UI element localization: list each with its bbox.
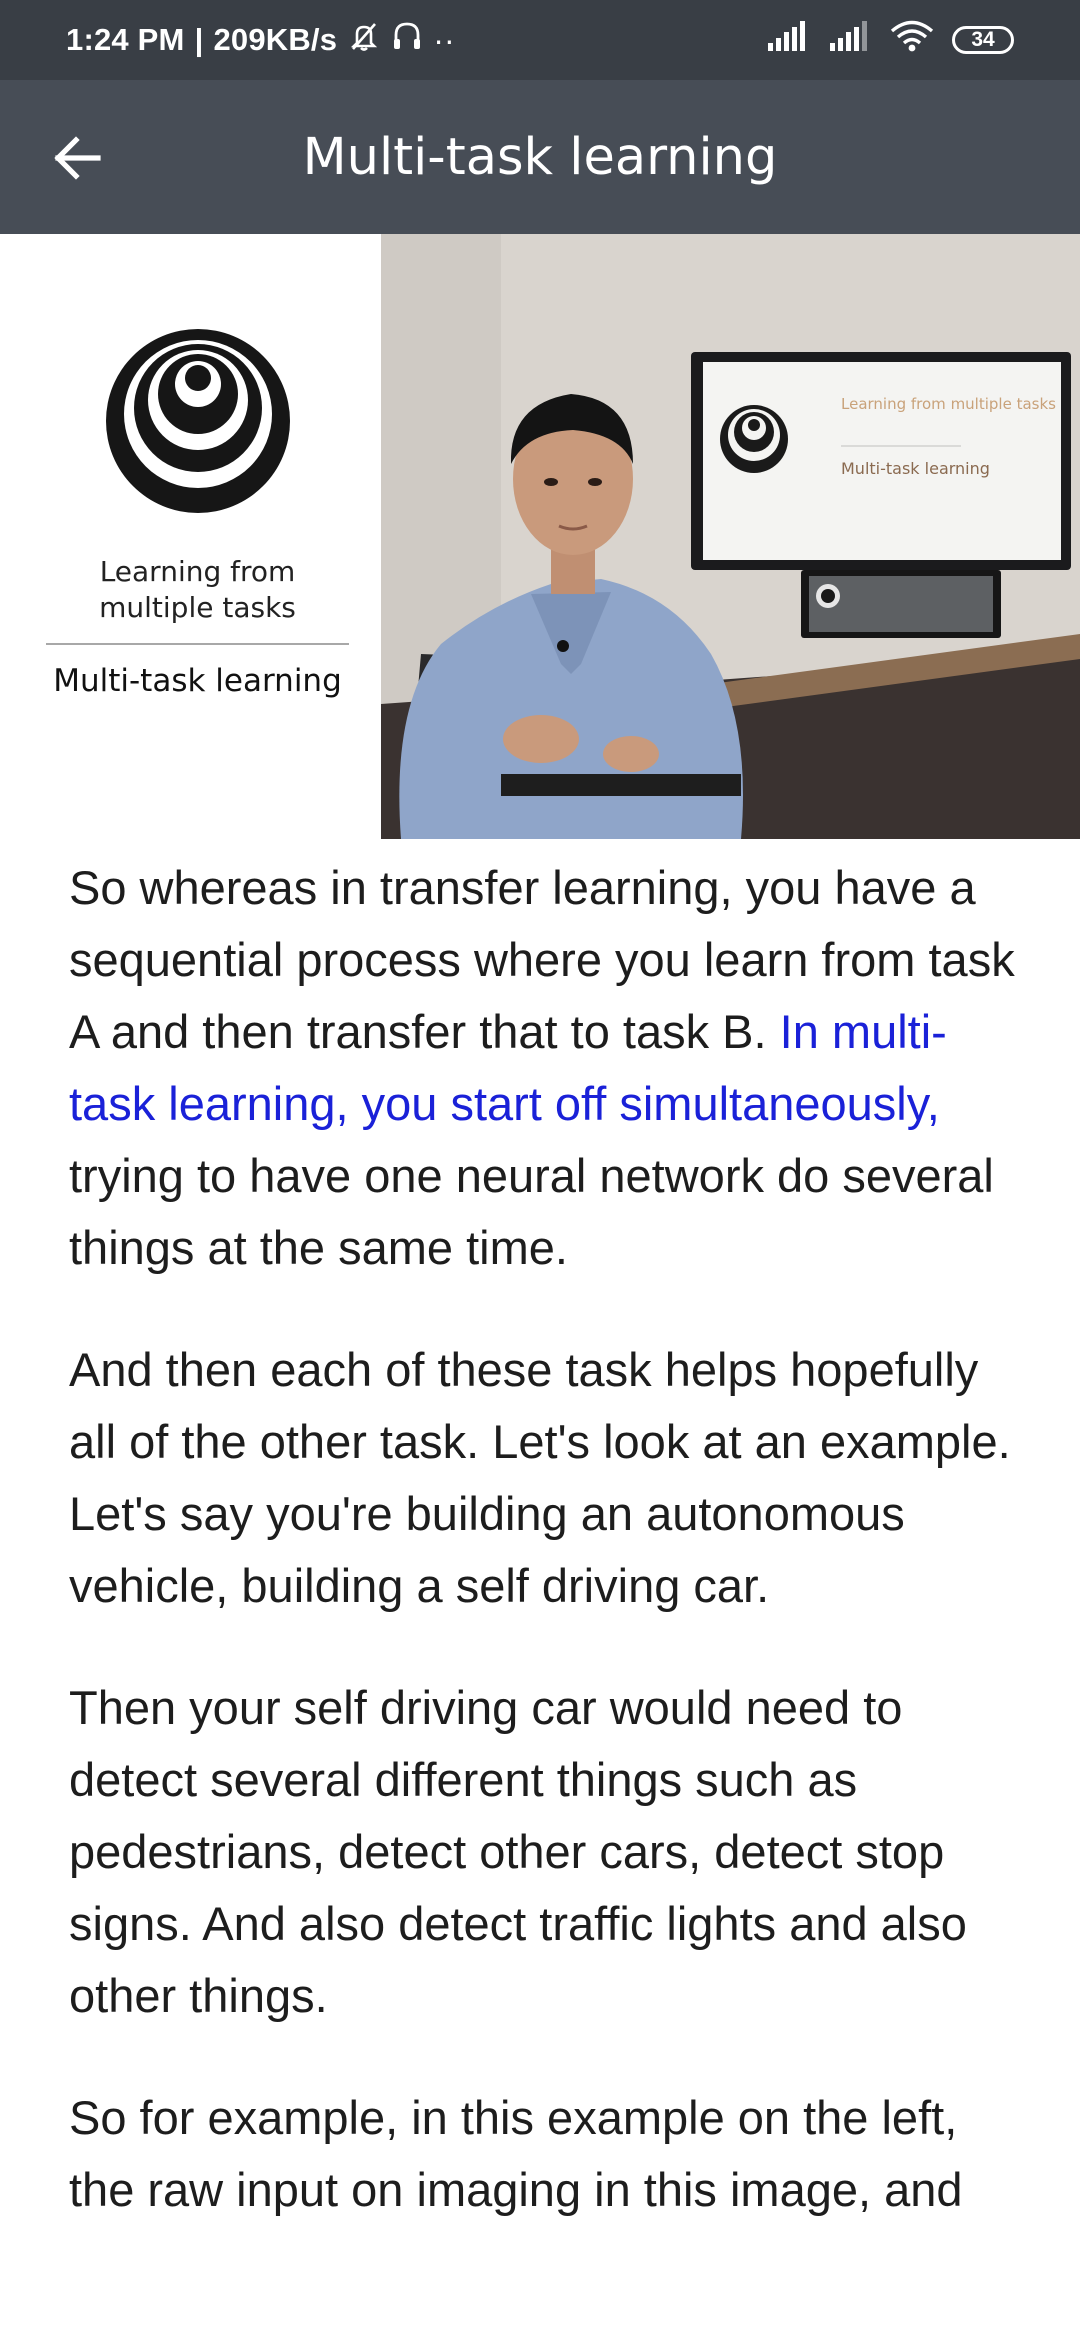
headset-icon: [391, 19, 423, 61]
status-separator: |: [194, 22, 204, 57]
slide-subtitle: Learning from multiple tasks: [99, 555, 296, 624]
transcript-paragraph-1: So whereas in transfer learning, you hav…: [69, 852, 1029, 1284]
status-right: 34: [766, 0, 1014, 80]
video-player[interactable]: Learning from multiple tasks Multi-task …: [381, 234, 1080, 839]
monitor-text-topic: Multi-task learning: [841, 459, 990, 478]
lecture-media: Learning from multiple tasks Multi-task …: [0, 234, 1080, 839]
lecturer-video-frame: Learning from multiple tasks Multi-task …: [381, 234, 1080, 839]
mute-bell-icon: [347, 19, 381, 61]
transcript-paragraph-2[interactable]: And then each of these task helps hopefu…: [69, 1334, 1029, 1622]
battery-indicator: 34: [952, 26, 1014, 54]
signal-icon-2: [828, 21, 872, 59]
network-speed: 209KB/s: [213, 22, 338, 57]
back-button[interactable]: [42, 123, 112, 193]
overflow-dots: ··: [433, 21, 455, 58]
signal-icon: [766, 21, 810, 59]
slide-panel: Learning from multiple tasks Multi-task …: [0, 234, 381, 839]
app-bar: Multi-task learning: [0, 80, 1080, 234]
transcript: So whereas in transfer learning, you hav…: [69, 852, 1029, 2276]
status-left: 1:24 PM | 209KB/s ··: [66, 0, 455, 80]
monitor-text-subtitle: Learning from multiple tasks: [841, 395, 1056, 413]
concentric-circles-logo-icon: [106, 329, 290, 513]
transcript-paragraph-3[interactable]: Then your self driving car would need to…: [69, 1672, 1029, 2032]
arrow-left-icon: [54, 136, 101, 180]
slide-topic: Multi-task learning: [53, 663, 342, 699]
monitor-logo-icon: [720, 405, 788, 473]
page-title: Multi-task learning: [302, 127, 778, 187]
battery-level: 34: [971, 28, 995, 51]
transcript-paragraph-4[interactable]: So for example, in this example on the l…: [69, 2082, 1029, 2226]
status-time: 1:24 PM: [66, 22, 185, 57]
wifi-icon: [890, 20, 934, 60]
status-bar: 1:24 PM | 209KB/s ·· 34: [0, 0, 1080, 80]
transcript-text: trying to have one neural network do sev…: [69, 1149, 994, 1274]
slide-divider: [46, 643, 349, 645]
